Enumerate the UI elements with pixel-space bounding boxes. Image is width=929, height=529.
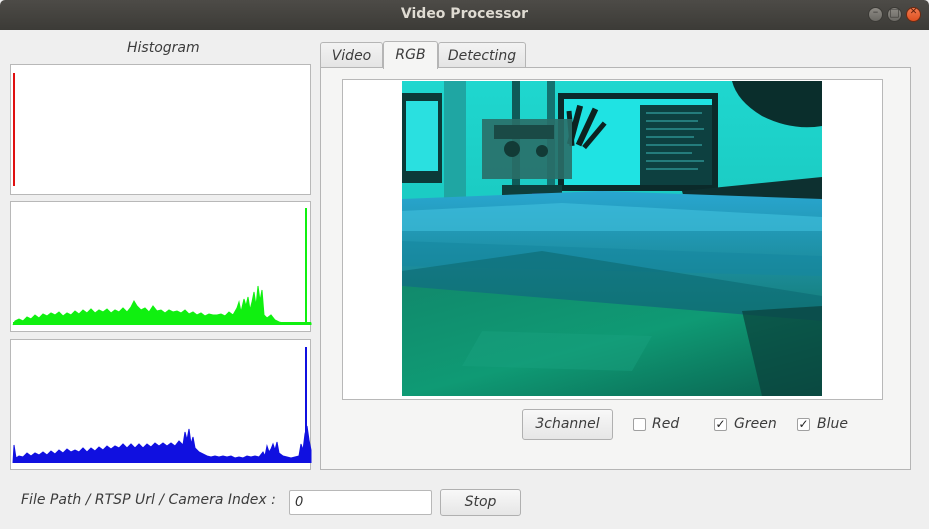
red-histogram <box>10 64 311 195</box>
green-histogram-plot <box>12 208 312 326</box>
tab-rgb[interactable]: RGB <box>383 41 438 69</box>
tab-detecting[interactable]: Detecting <box>438 42 526 69</box>
window-title: Video Processor <box>400 6 529 22</box>
stop-button[interactable]: Stop <box>440 489 521 516</box>
blue-histogram-plot <box>12 347 312 464</box>
green-histogram-line <box>12 285 312 326</box>
green-histogram <box>10 201 312 332</box>
green-checkbox-label[interactable]: Green <box>734 416 777 432</box>
title-bar: Video Processor <box>0 0 929 30</box>
green-checkbox[interactable]: ✓ <box>714 418 727 431</box>
histogram-title: Histogram <box>127 40 200 56</box>
video-frame-image <box>402 81 822 396</box>
blue-histogram <box>10 339 312 470</box>
tab-video[interactable]: Video <box>320 42 383 69</box>
red-checkbox-label[interactable]: Red <box>652 416 679 432</box>
source-label: File Path / RTSP Url / Camera Index : <box>21 492 276 508</box>
app-window: Video Processor Histogram Video RGB Dete… <box>0 0 929 529</box>
blue-histogram-line <box>12 425 312 464</box>
three-channel-button[interactable]: 3channel <box>522 409 613 440</box>
red-checkbox[interactable] <box>633 418 646 431</box>
blue-checkbox[interactable]: ✓ <box>797 418 810 431</box>
red-histogram-plot <box>13 73 15 186</box>
source-input[interactable]: 0 <box>289 490 432 515</box>
blue-checkbox-label[interactable]: Blue <box>817 416 848 432</box>
